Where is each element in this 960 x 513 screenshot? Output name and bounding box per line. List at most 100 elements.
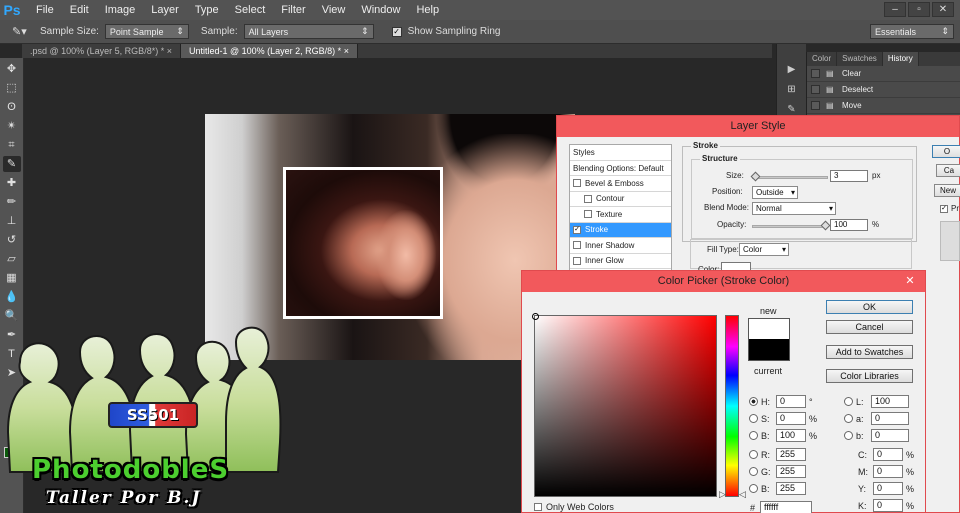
sample-select[interactable]: All Layers ⇕ bbox=[243, 24, 374, 39]
effect-item-bevel-emboss[interactable]: Bevel & Emboss bbox=[570, 176, 671, 192]
only-web-colors-option[interactable]: Only Web Colors bbox=[534, 502, 614, 512]
menu-help[interactable]: Help bbox=[408, 0, 447, 20]
move-tool-icon[interactable]: ✥ bbox=[3, 61, 21, 77]
lab-radio[interactable] bbox=[844, 414, 853, 423]
sample-size-select[interactable]: Point Sample ⇕ bbox=[104, 24, 189, 39]
magic-wand-tool-icon[interactable]: ✴ bbox=[3, 118, 21, 134]
rgb-input[interactable]: 255 bbox=[776, 482, 806, 495]
hsb-radio[interactable] bbox=[749, 397, 758, 406]
hex-input[interactable]: ffffff bbox=[760, 501, 812, 513]
ok-button[interactable]: O bbox=[932, 145, 960, 158]
tab-swatches[interactable]: Swatches bbox=[837, 52, 883, 66]
hsb-input[interactable]: 0 bbox=[776, 412, 806, 425]
ok-button[interactable]: OK bbox=[826, 300, 913, 314]
history-item[interactable]: ▤ Clear bbox=[807, 66, 960, 82]
close-button[interactable]: ✕ bbox=[932, 2, 954, 17]
rgb-input[interactable]: 255 bbox=[776, 448, 806, 461]
lab-input[interactable]: 0 bbox=[871, 412, 909, 425]
tab-color[interactable]: Color bbox=[807, 52, 838, 66]
cmyk-input[interactable]: 0 bbox=[873, 482, 903, 495]
hsb-input[interactable]: 0 bbox=[776, 395, 806, 408]
position-select[interactable]: Outside ▾ bbox=[752, 186, 798, 199]
rgb-input[interactable]: 255 bbox=[776, 465, 806, 478]
menu-image[interactable]: Image bbox=[97, 0, 144, 20]
cancel-button[interactable]: Ca bbox=[936, 164, 960, 177]
eyedropper-tool-icon[interactable]: ✎ bbox=[2, 156, 21, 172]
color-libraries-button[interactable]: Color Libraries bbox=[826, 369, 913, 383]
size-slider[interactable] bbox=[752, 176, 828, 179]
rgb-radio[interactable] bbox=[749, 467, 758, 476]
hsb-radio[interactable] bbox=[749, 414, 758, 423]
close-icon[interactable]: × bbox=[344, 46, 349, 56]
menu-select[interactable]: Select bbox=[227, 0, 274, 20]
only-web-colors-checkbox[interactable] bbox=[534, 503, 542, 511]
menu-layer[interactable]: Layer bbox=[143, 0, 187, 20]
size-slider-thumb[interactable] bbox=[750, 171, 761, 182]
menu-edit[interactable]: Edit bbox=[62, 0, 97, 20]
history-brush-tool-icon[interactable]: ↺ bbox=[3, 232, 21, 248]
minimize-button[interactable]: – bbox=[884, 2, 906, 17]
styles-header[interactable]: Styles bbox=[570, 145, 671, 161]
hsb-radio[interactable] bbox=[749, 431, 758, 440]
effect-checkbox[interactable]: ✓ bbox=[573, 225, 581, 234]
history-item[interactable]: ▤ Move bbox=[807, 98, 960, 114]
new-style-button[interactable]: New bbox=[934, 184, 960, 197]
history-snapshot-box[interactable] bbox=[811, 101, 820, 110]
effect-checkbox[interactable] bbox=[584, 210, 592, 219]
blending-options-item[interactable]: Blending Options: Default bbox=[570, 161, 671, 176]
gradient-tool-icon[interactable]: ▦ bbox=[3, 270, 21, 286]
history-snapshot-box[interactable] bbox=[811, 85, 820, 94]
hsb-input[interactable]: 100 bbox=[776, 429, 806, 442]
fill-type-select[interactable]: Color ▾ bbox=[739, 243, 789, 256]
show-sampling-ring-checkbox[interactable]: ✓ bbox=[391, 26, 402, 37]
healing-tool-icon[interactable]: ✚ bbox=[3, 175, 21, 191]
preview-option[interactable]: ✓ Pr bbox=[940, 204, 959, 213]
lab-radio[interactable] bbox=[844, 397, 853, 406]
play-icon[interactable]: ▶ bbox=[783, 64, 801, 78]
hue-slider-left-arrow-icon[interactable]: ▷ bbox=[719, 489, 726, 500]
cancel-button[interactable]: Cancel bbox=[826, 320, 913, 334]
crop-tool-icon[interactable]: ⌗ bbox=[3, 137, 21, 153]
eyedropper-preset-icon[interactable]: ✎▾ bbox=[12, 25, 34, 38]
blur-tool-icon[interactable]: 💧 bbox=[3, 289, 21, 305]
opacity-slider-thumb[interactable] bbox=[820, 220, 831, 231]
effect-item-stroke[interactable]: ✓ Stroke bbox=[570, 222, 671, 238]
opacity-input[interactable]: 100 bbox=[830, 219, 868, 231]
effect-checkbox[interactable] bbox=[573, 179, 581, 188]
cmyk-input[interactable]: 0 bbox=[873, 465, 903, 478]
cmyk-input[interactable]: 0 bbox=[873, 448, 903, 461]
color-field-marker[interactable] bbox=[532, 313, 539, 320]
effect-checkbox[interactable] bbox=[584, 194, 592, 203]
close-icon[interactable]: × bbox=[167, 46, 172, 56]
add-to-swatches-button[interactable]: Add to Swatches bbox=[826, 345, 913, 359]
menu-type[interactable]: Type bbox=[187, 0, 227, 20]
rgb-radio[interactable] bbox=[749, 450, 758, 459]
current-color-swatch[interactable] bbox=[748, 339, 790, 361]
lab-radio[interactable] bbox=[844, 431, 853, 440]
tab-history[interactable]: History bbox=[882, 52, 919, 66]
history-icon[interactable]: ⊞ bbox=[783, 84, 801, 98]
opacity-slider[interactable] bbox=[752, 225, 828, 228]
hue-slider-right-arrow-icon[interactable]: ◁ bbox=[739, 489, 746, 500]
menu-view[interactable]: View bbox=[314, 0, 354, 20]
effect-checkbox[interactable] bbox=[573, 256, 581, 265]
history-item[interactable]: ▤ Deselect bbox=[807, 82, 960, 98]
lab-input[interactable]: 0 bbox=[871, 429, 909, 442]
hue-slider[interactable] bbox=[725, 315, 739, 497]
stamp-tool-icon[interactable]: ⊥ bbox=[3, 213, 21, 229]
effect-item-inner-glow[interactable]: Inner Glow bbox=[570, 254, 671, 269]
close-icon[interactable]: ✕ bbox=[900, 274, 920, 288]
effect-item-inner-shadow[interactable]: Inner Shadow bbox=[570, 238, 671, 254]
lab-input[interactable]: 100 bbox=[871, 395, 909, 408]
stroked-layer-photo[interactable] bbox=[283, 167, 443, 319]
cmyk-input[interactable]: 0 bbox=[873, 499, 903, 512]
eraser-tool-icon[interactable]: ▱ bbox=[3, 251, 21, 267]
workspace-select[interactable]: Essentials ⇕ bbox=[870, 24, 954, 39]
menu-window[interactable]: Window bbox=[353, 0, 408, 20]
tab-untitled-1[interactable]: Untitled-1 @ 100% (Layer 2, RGB/8) * × bbox=[180, 44, 358, 58]
size-input[interactable]: 3 bbox=[830, 170, 868, 182]
effect-checkbox[interactable] bbox=[573, 241, 581, 250]
maximize-button[interactable]: ▫ bbox=[908, 2, 930, 17]
lasso-tool-icon[interactable]: ʘ bbox=[3, 99, 21, 115]
blend-mode-select[interactable]: Normal ▾ bbox=[752, 202, 836, 215]
